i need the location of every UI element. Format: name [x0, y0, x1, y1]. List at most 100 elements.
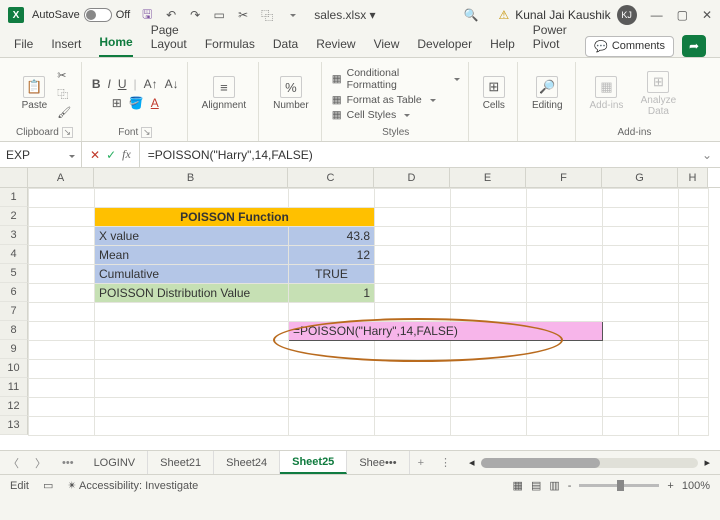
scrollbar-thumb[interactable]	[481, 458, 601, 468]
scroll-left-icon[interactable]: ◂	[469, 456, 475, 469]
sheet-tab[interactable]: LOGINV	[82, 451, 149, 474]
save-icon[interactable]: 🖫	[140, 8, 154, 22]
increase-font-button[interactable]: A↑	[144, 77, 158, 91]
format-as-table-button[interactable]: ▦ Format as Table	[332, 94, 460, 106]
share-button[interactable]: ➦	[682, 35, 706, 57]
user-account[interactable]: Kunal Jai Kaushik KJ	[515, 5, 636, 25]
col-header[interactable]: H	[678, 168, 708, 187]
autosave-toggle[interactable]: AutoSave Off	[32, 8, 130, 22]
decrease-font-button[interactable]: A↓	[165, 77, 179, 91]
tab-power-pivot[interactable]: Power Pivot	[533, 23, 567, 57]
view-break-button[interactable]: ▥	[549, 479, 559, 492]
sheet-tab[interactable]: Shee •••	[347, 451, 409, 474]
borders-button[interactable]: ⊞	[112, 96, 122, 110]
warning-icon[interactable]: ⚠	[498, 8, 509, 22]
editing-button[interactable]: 🔎Editing	[528, 74, 567, 113]
redo-icon[interactable]: ↷	[188, 8, 202, 22]
table-title[interactable]: POISSON Function	[95, 208, 375, 227]
cells-table[interactable]: POISSON Function X value43.8 Mean12 Cumu…	[28, 188, 709, 436]
paste-button[interactable]: 📋Paste	[18, 74, 52, 113]
col-header[interactable]: D	[374, 168, 450, 187]
qat-more-icon[interactable]	[284, 8, 298, 22]
tab-review[interactable]: Review	[316, 37, 355, 57]
sheet-nav-prev[interactable]: 〈	[0, 455, 27, 471]
fx-icon[interactable]: fx	[122, 147, 131, 162]
comments-button[interactable]: 💬 Comments	[585, 36, 674, 57]
row-header[interactable]: 12	[0, 397, 28, 416]
sheet-nav-next[interactable]: 〉	[27, 455, 54, 471]
col-header[interactable]: E	[450, 168, 526, 187]
format-painter-button[interactable]: 🖌	[57, 106, 71, 119]
row-header[interactable]: 10	[0, 359, 28, 378]
row-header[interactable]: 3	[0, 226, 28, 245]
conditional-formatting-button[interactable]: ▦ Conditional Formatting	[332, 67, 460, 91]
row-header[interactable]: 1	[0, 188, 28, 207]
copy-icon[interactable]: ⿻	[260, 8, 274, 22]
row-header[interactable]: 13	[0, 416, 28, 435]
scroll-right-icon[interactable]: ▸	[704, 456, 710, 469]
cut-button[interactable]: ✂	[57, 69, 71, 82]
filename-label[interactable]: sales.xlsx ▾	[314, 8, 375, 22]
maximize-button[interactable]: ▢	[677, 8, 688, 22]
search-icon[interactable]: 🔍	[463, 8, 478, 22]
cell[interactable]: 12	[289, 246, 375, 265]
zoom-in-button[interactable]: +	[667, 480, 673, 492]
row-header[interactable]: 8	[0, 321, 28, 340]
col-header[interactable]: B	[94, 168, 288, 187]
tab-file[interactable]: File	[14, 37, 33, 57]
active-cell[interactable]: =POISSON("Harry",14,FALSE)	[289, 322, 603, 341]
name-box-dropdown-icon[interactable]	[66, 148, 75, 162]
tab-formulas[interactable]: Formulas	[205, 37, 255, 57]
tab-help[interactable]: Help	[490, 37, 515, 57]
tab-data[interactable]: Data	[273, 37, 298, 57]
enter-formula-button[interactable]: ✓	[106, 148, 116, 162]
tab-page-layout[interactable]: Page Layout	[151, 23, 187, 57]
cell[interactable]: POISSON Distribution Value	[95, 284, 289, 303]
row-header[interactable]: 5	[0, 264, 28, 283]
cell[interactable]: Cumulative	[95, 265, 289, 284]
tab-home[interactable]: Home	[99, 35, 132, 57]
cell[interactable]: TRUE	[289, 265, 375, 284]
cell[interactable]: X value	[95, 227, 289, 246]
fill-color-button[interactable]: 🪣	[129, 96, 144, 110]
expand-formula-bar-button[interactable]: ⌄	[694, 148, 720, 162]
row-header[interactable]: 9	[0, 340, 28, 359]
row-header[interactable]: 4	[0, 245, 28, 264]
view-normal-button[interactable]: ▦	[513, 479, 523, 492]
cell[interactable]: 43.8	[289, 227, 375, 246]
select-all-corner[interactable]	[0, 168, 28, 187]
zoom-slider[interactable]	[579, 484, 659, 487]
stats-icon[interactable]: ▭	[43, 479, 53, 492]
spreadsheet-grid[interactable]: A B C D E F G H 1 2 3 4 5 6 7 8 9 10 11 …	[0, 168, 720, 450]
number-button[interactable]: %Number	[269, 74, 313, 113]
cut-icon[interactable]: ✂	[236, 8, 250, 22]
row-header[interactable]: 11	[0, 378, 28, 397]
zoom-level[interactable]: 100%	[682, 480, 710, 492]
tab-developer[interactable]: Developer	[417, 37, 472, 57]
cells-button[interactable]: ⊞Cells	[479, 74, 509, 113]
formula-input[interactable]: =POISSON("Harry",14,FALSE)	[140, 148, 694, 162]
row-header[interactable]: 2	[0, 207, 28, 226]
font-launcher-icon[interactable]: ↘	[141, 127, 152, 138]
bold-button[interactable]: B	[92, 77, 101, 91]
tab-view[interactable]: View	[374, 37, 400, 57]
undo-icon[interactable]: ↶	[164, 8, 178, 22]
copy-button[interactable]: ⿻	[57, 86, 71, 102]
alignment-button[interactable]: ≡Alignment	[198, 74, 250, 113]
accessibility-button[interactable]: ✴ Accessibility: Investigate	[67, 479, 198, 492]
addins-button[interactable]: ▦Add-ins	[586, 74, 628, 113]
col-header[interactable]: G	[602, 168, 678, 187]
col-header[interactable]: A	[28, 168, 94, 187]
horizontal-scrollbar[interactable]: ◂ ▸	[459, 456, 720, 469]
analyze-data-button[interactable]: ⊞Analyze Data	[633, 69, 683, 119]
close-button[interactable]: ✕	[702, 8, 712, 22]
cell-styles-button[interactable]: ▦ Cell Styles	[332, 109, 460, 121]
view-page-button[interactable]: ▤	[531, 479, 541, 492]
underline-button[interactable]: U	[118, 77, 127, 91]
sheet-tab-active[interactable]: Sheet25	[280, 451, 347, 474]
row-header[interactable]: 7	[0, 302, 28, 321]
minimize-button[interactable]: ―	[651, 8, 663, 22]
toggle-icon[interactable]	[84, 8, 112, 22]
tab-insert[interactable]: Insert	[51, 37, 81, 57]
new-sheet-button[interactable]: +	[410, 457, 432, 469]
